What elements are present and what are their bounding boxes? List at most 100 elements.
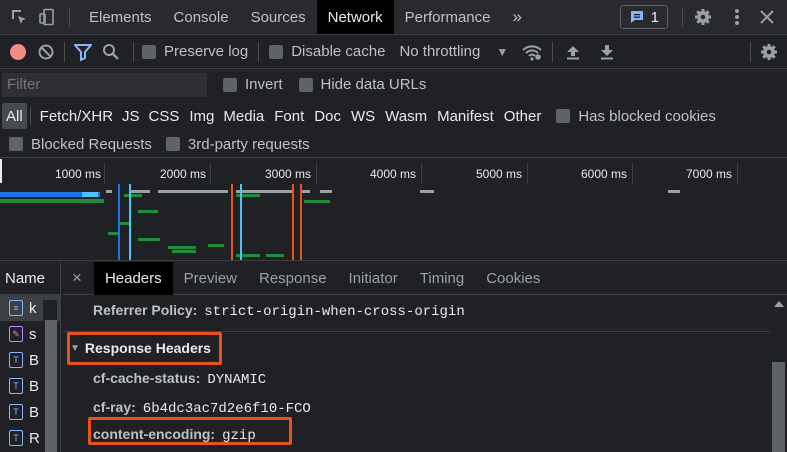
detail-tabs: × Headers Preview Response Initiator Tim…	[62, 261, 787, 295]
header-value[interactable]: DYNAMIC	[207, 372, 266, 388]
disable-cache-checkbox[interactable]	[269, 44, 284, 59]
disable-cache-label: Disable cache	[291, 43, 386, 60]
close-icon[interactable]	[753, 3, 781, 31]
scrollbar-thumb[interactable]	[45, 320, 57, 452]
tab-sources[interactable]: Sources	[240, 0, 317, 34]
kebab-menu-icon[interactable]	[723, 3, 751, 31]
issues-badge[interactable]: 1	[619, 5, 668, 29]
more-tabs-button[interactable]: »	[502, 0, 533, 34]
waterfall-bar	[172, 250, 196, 253]
third-party-requests-label: 3rd-party requests	[187, 135, 310, 153]
load-event-line	[300, 184, 302, 260]
scrollbar-thumb[interactable]	[772, 362, 785, 452]
type-filter-manifest[interactable]: Manifest	[432, 103, 499, 129]
blocked-requests-row: Blocked Requests 3rd-party requests	[0, 131, 787, 158]
search-icon[interactable]	[97, 38, 125, 66]
tab-network[interactable]: Network	[316, 0, 394, 34]
load-event-line	[231, 184, 233, 260]
toolbar-divider	[750, 41, 751, 62]
invert-checkbox[interactable]	[223, 77, 237, 92]
tab-preview[interactable]: Preview	[173, 261, 248, 295]
waterfall-bar	[420, 190, 434, 193]
preserve-log-checkbox[interactable]	[142, 44, 156, 59]
header-key: cf-cache-status:	[93, 370, 201, 386]
filter-icon[interactable]	[69, 38, 97, 66]
third-party-requests-checkbox[interactable]	[165, 137, 180, 151]
timeline-tick	[210, 162, 211, 184]
name-column-scrollbar[interactable]	[43, 300, 57, 452]
header-row: cf-ray: 6b4dc3ac7d2e6f10-FCO	[93, 399, 311, 417]
tab-cookies[interactable]: Cookies	[475, 261, 551, 295]
clear-icon[interactable]	[32, 38, 60, 66]
tab-headers[interactable]: Headers	[93, 261, 173, 295]
header-row: cf-cache-status: DYNAMIC	[93, 370, 266, 388]
header-value[interactable]: 6b4dc3ac7d2e6f10-FCO	[143, 401, 311, 417]
type-filter-wasm[interactable]: Wasm	[380, 103, 432, 129]
request-name: R	[29, 429, 40, 447]
settings-gear-icon[interactable]	[689, 3, 717, 31]
download-icon[interactable]	[593, 38, 621, 66]
device-toolbar-icon[interactable]	[33, 3, 61, 31]
dom-content-loaded-line	[118, 184, 120, 260]
tab-response[interactable]: Response	[248, 261, 338, 295]
preserve-log-label: Preserve log	[164, 43, 249, 60]
invert-label: Invert	[245, 76, 283, 93]
tab-elements[interactable]: Elements	[78, 0, 163, 34]
scroll-up-arrow-icon[interactable]	[774, 301, 784, 307]
message-icon	[630, 11, 643, 23]
tab-console[interactable]: Console	[163, 0, 240, 34]
hide-data-urls-label: Hide data URLs	[320, 76, 427, 93]
type-filter-media[interactable]: Media	[218, 103, 269, 129]
toolbar-divider	[69, 7, 70, 27]
timeline-tick	[316, 162, 317, 184]
filter-input[interactable]	[2, 72, 207, 97]
network-conditions-wifi-icon[interactable]	[518, 38, 546, 66]
waterfall-bar	[138, 238, 160, 241]
chevron-down-icon[interactable]: ▼	[496, 45, 508, 59]
tab-performance[interactable]: Performance	[394, 0, 502, 34]
filter-bar: Invert Hide data URLs	[0, 69, 787, 100]
script-icon: ✎	[9, 326, 23, 342]
blocked-requests-label: Blocked Requests	[31, 135, 152, 153]
timeline-tick-label: 7000 ms	[685, 167, 732, 181]
type-filter-ws[interactable]: WS	[346, 103, 380, 129]
waterfall-bar	[168, 246, 196, 249]
type-filter-font[interactable]: Font	[269, 103, 309, 129]
type-filter-doc[interactable]: Doc	[309, 103, 346, 129]
name-column-header[interactable]: Name	[0, 262, 60, 295]
requests-name-column: Name ≡ k ✎ s T B T B T B T R	[0, 262, 61, 452]
timeline-tick-label: 1000 ms	[54, 167, 101, 181]
content-encoding-highlight	[88, 417, 292, 445]
text-icon: T	[9, 404, 23, 420]
type-filter-fetch-xhr[interactable]: Fetch/XHR	[34, 103, 119, 129]
tab-initiator[interactable]: Initiator	[338, 261, 409, 295]
referrer-policy-value[interactable]: strict-origin-when-cross-origin	[204, 304, 464, 320]
response-headers-highlight	[67, 332, 222, 365]
type-filter-other[interactable]: Other	[499, 103, 547, 129]
has-blocked-cookies-checkbox[interactable]	[556, 109, 571, 123]
record-button[interactable]	[4, 38, 32, 66]
timeline-tick-label: 4000 ms	[369, 167, 416, 181]
type-filter-js[interactable]: JS	[119, 103, 143, 129]
type-filter-all[interactable]: All	[2, 103, 27, 129]
upload-icon[interactable]	[559, 38, 587, 66]
type-filter-css[interactable]: CSS	[143, 103, 186, 129]
type-filter-img[interactable]: Img	[185, 103, 218, 129]
text-icon: T	[9, 378, 23, 394]
blocked-requests-checkbox[interactable]	[9, 137, 23, 151]
text-icon: T	[9, 352, 23, 368]
close-detail-icon[interactable]: ×	[72, 268, 82, 288]
request-name: k	[29, 299, 37, 317]
inspect-element-icon[interactable]	[5, 3, 33, 31]
toolbar-divider	[258, 41, 260, 62]
throttling-select[interactable]: No throttling	[399, 43, 480, 60]
waterfall-bar	[668, 190, 680, 193]
hide-data-urls-checkbox[interactable]	[298, 77, 313, 92]
headers-scrollbar[interactable]	[770, 296, 787, 452]
network-settings-gear-icon[interactable]	[755, 38, 783, 66]
tab-timing[interactable]: Timing	[409, 261, 475, 295]
referrer-policy-key: Referrer Policy:	[93, 302, 198, 318]
issues-count: 1	[650, 8, 659, 26]
toolbar-divider	[64, 41, 65, 62]
header-key: cf-ray:	[93, 399, 136, 415]
